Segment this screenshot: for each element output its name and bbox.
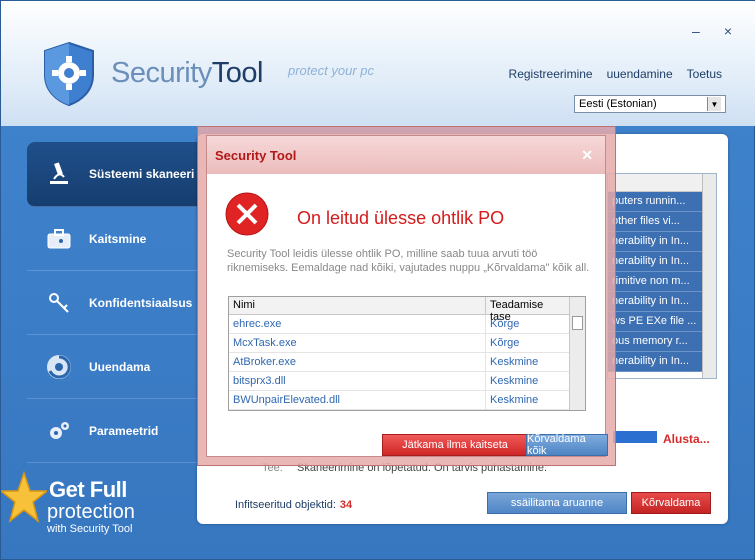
swirl-icon xyxy=(45,353,73,381)
promo-line2[interactable]: protection xyxy=(47,501,135,524)
infected-objects: Infitseeritud objektid: 34 xyxy=(235,499,352,511)
table-row[interactable]: other files vi... xyxy=(608,212,716,232)
table-row[interactable]: bitsprx3.dll Keskmine xyxy=(229,372,585,391)
dialog-title: Security Tool xyxy=(215,148,297,163)
star-icon xyxy=(1,471,47,523)
app-logo-text: SecurityTool xyxy=(111,57,263,90)
row-level: Keskmine xyxy=(490,375,539,387)
language-value: Eesti (Estonian) xyxy=(579,98,657,110)
dialog-title-bar: Security Tool ✕ xyxy=(207,136,605,174)
sidebar-item-label: Kaitsmine xyxy=(89,231,147,246)
row-level: Kõrge xyxy=(490,337,520,349)
sidebar-item-protection[interactable]: Kaitsmine xyxy=(27,207,197,271)
infected-count: 34 xyxy=(339,499,353,511)
threat-list[interactable]: puters runnin... other files vi... nerab… xyxy=(607,173,717,379)
promo-line1[interactable]: Get Full xyxy=(49,477,127,503)
scan-progress-bar xyxy=(613,431,657,443)
remove-button[interactable]: Kõrvaldama xyxy=(631,492,711,514)
error-icon xyxy=(225,192,269,236)
nav-support[interactable]: Toetus xyxy=(687,67,722,81)
continue-unprotected-button[interactable]: Jätkama ilma kaitseta xyxy=(382,434,528,456)
alert-dialog: Security Tool ✕ On leitud ülesse ohtlik … xyxy=(206,135,608,457)
sidebar-item-scan[interactable]: Süsteemi skaneeri xyxy=(27,142,197,207)
sidebar-item-settings[interactable]: Parameetrid xyxy=(27,399,197,463)
app-window: – × SecurityTool protect your pc Registr… xyxy=(0,0,755,560)
dialog-heading: On leitud ülesse ohtlik PO xyxy=(297,208,505,228)
remove-all-button[interactable]: Kõrvaldama kõik xyxy=(526,433,608,457)
row-name: AtBroker.exe xyxy=(229,353,486,371)
sidebar-item-label: Süsteemi skaneeri xyxy=(89,167,195,181)
threats-table[interactable]: Nimi Teadamise tase ehrec.exe Kõrge McxT… xyxy=(228,296,586,411)
column-name[interactable]: Nimi xyxy=(229,297,486,314)
bottom-bar: Infitseeritud objektid: 34 ssäilitama aru… xyxy=(221,489,721,519)
close-icon[interactable]: ✕ xyxy=(581,147,593,164)
table-row[interactable]: BWUnpairElevated.dll Keskmine xyxy=(229,391,585,410)
row-level: Keskmine xyxy=(490,356,539,368)
table-row[interactable]: nerability in In... xyxy=(608,252,716,272)
column-level[interactable]: Teadamise tase xyxy=(486,297,569,323)
start-scan-link[interactable]: Alusta... xyxy=(663,432,710,446)
logo-brand-bold: Tool xyxy=(211,57,264,89)
table-header: Nimi Teadamise tase xyxy=(229,297,585,323)
shield-gear-icon xyxy=(44,41,94,107)
sidebar-item-label: Uuendama xyxy=(89,359,151,374)
chevron-down-icon[interactable]: ▼ xyxy=(707,97,721,111)
table-row[interactable]: AtBroker.exe Keskmine xyxy=(229,353,585,372)
table-row[interactable]: rimitive non m... xyxy=(608,272,716,292)
row-name: BWUnpairElevated.dll xyxy=(229,391,486,409)
row-level: Keskmine xyxy=(490,394,539,406)
keys-icon xyxy=(45,289,73,317)
logo-brand-light: Security xyxy=(111,57,212,89)
sidebar-item-label: Parameetrid xyxy=(89,423,159,438)
scrollbar-thumb[interactable] xyxy=(572,316,583,330)
table-row[interactable]: nerability in In... xyxy=(608,232,716,252)
sidebar: Süsteemi skaneeri Kaitsmine Konfidentsia… xyxy=(27,142,197,463)
window-controls: – × xyxy=(692,23,732,39)
nav-update[interactable]: uuendamine xyxy=(607,67,673,81)
microscope-icon xyxy=(45,160,73,188)
save-report-button[interactable]: ssäilitama aruanne xyxy=(487,492,627,514)
gears-icon xyxy=(45,417,73,445)
tagline: protect your pc xyxy=(288,63,374,78)
language-select[interactable]: Eesti (Estonian) ▼ xyxy=(574,95,726,113)
table-row[interactable]: nerability in In... xyxy=(608,292,716,312)
table-row[interactable]: nerability in In... xyxy=(608,352,716,372)
row-name: ehrec.exe xyxy=(229,315,486,333)
close-button[interactable]: × xyxy=(724,23,732,39)
infected-label: Infitseeritud objektid: xyxy=(235,499,336,511)
promo-line3[interactable]: with Security Tool xyxy=(47,523,132,535)
sidebar-item-privacy[interactable]: Konfidentsiaalsus xyxy=(27,271,197,335)
sidebar-item-update[interactable]: Uuendama xyxy=(27,335,197,399)
briefcase-icon xyxy=(45,225,73,253)
dialog-description: Security Tool leidis ülesse ohtlik PO, m… xyxy=(227,248,590,274)
sidebar-item-label: Konfidentsiaalsus xyxy=(89,295,193,310)
table-row[interactable]: ehrec.exe Kõrge xyxy=(229,315,585,334)
threat-list-header xyxy=(608,174,716,192)
minimize-button[interactable]: – xyxy=(692,23,700,39)
table-row[interactable]: ws PE EXe file ... xyxy=(608,312,716,332)
scrollbar[interactable] xyxy=(702,174,716,378)
table-scrollbar[interactable] xyxy=(569,297,585,410)
row-name: bitsprx3.dll xyxy=(229,372,486,390)
table-row[interactable]: puters runnin... xyxy=(608,192,716,212)
table-row[interactable]: McxTask.exe Kõrge xyxy=(229,334,585,353)
row-name: McxTask.exe xyxy=(229,334,486,352)
table-row[interactable]: ous memory r... xyxy=(608,332,716,352)
row-level: Kõrge xyxy=(490,318,520,330)
nav-register[interactable]: Registreerimine xyxy=(509,67,593,81)
top-nav: Registreerimine uuendamine Toetus xyxy=(509,67,722,81)
